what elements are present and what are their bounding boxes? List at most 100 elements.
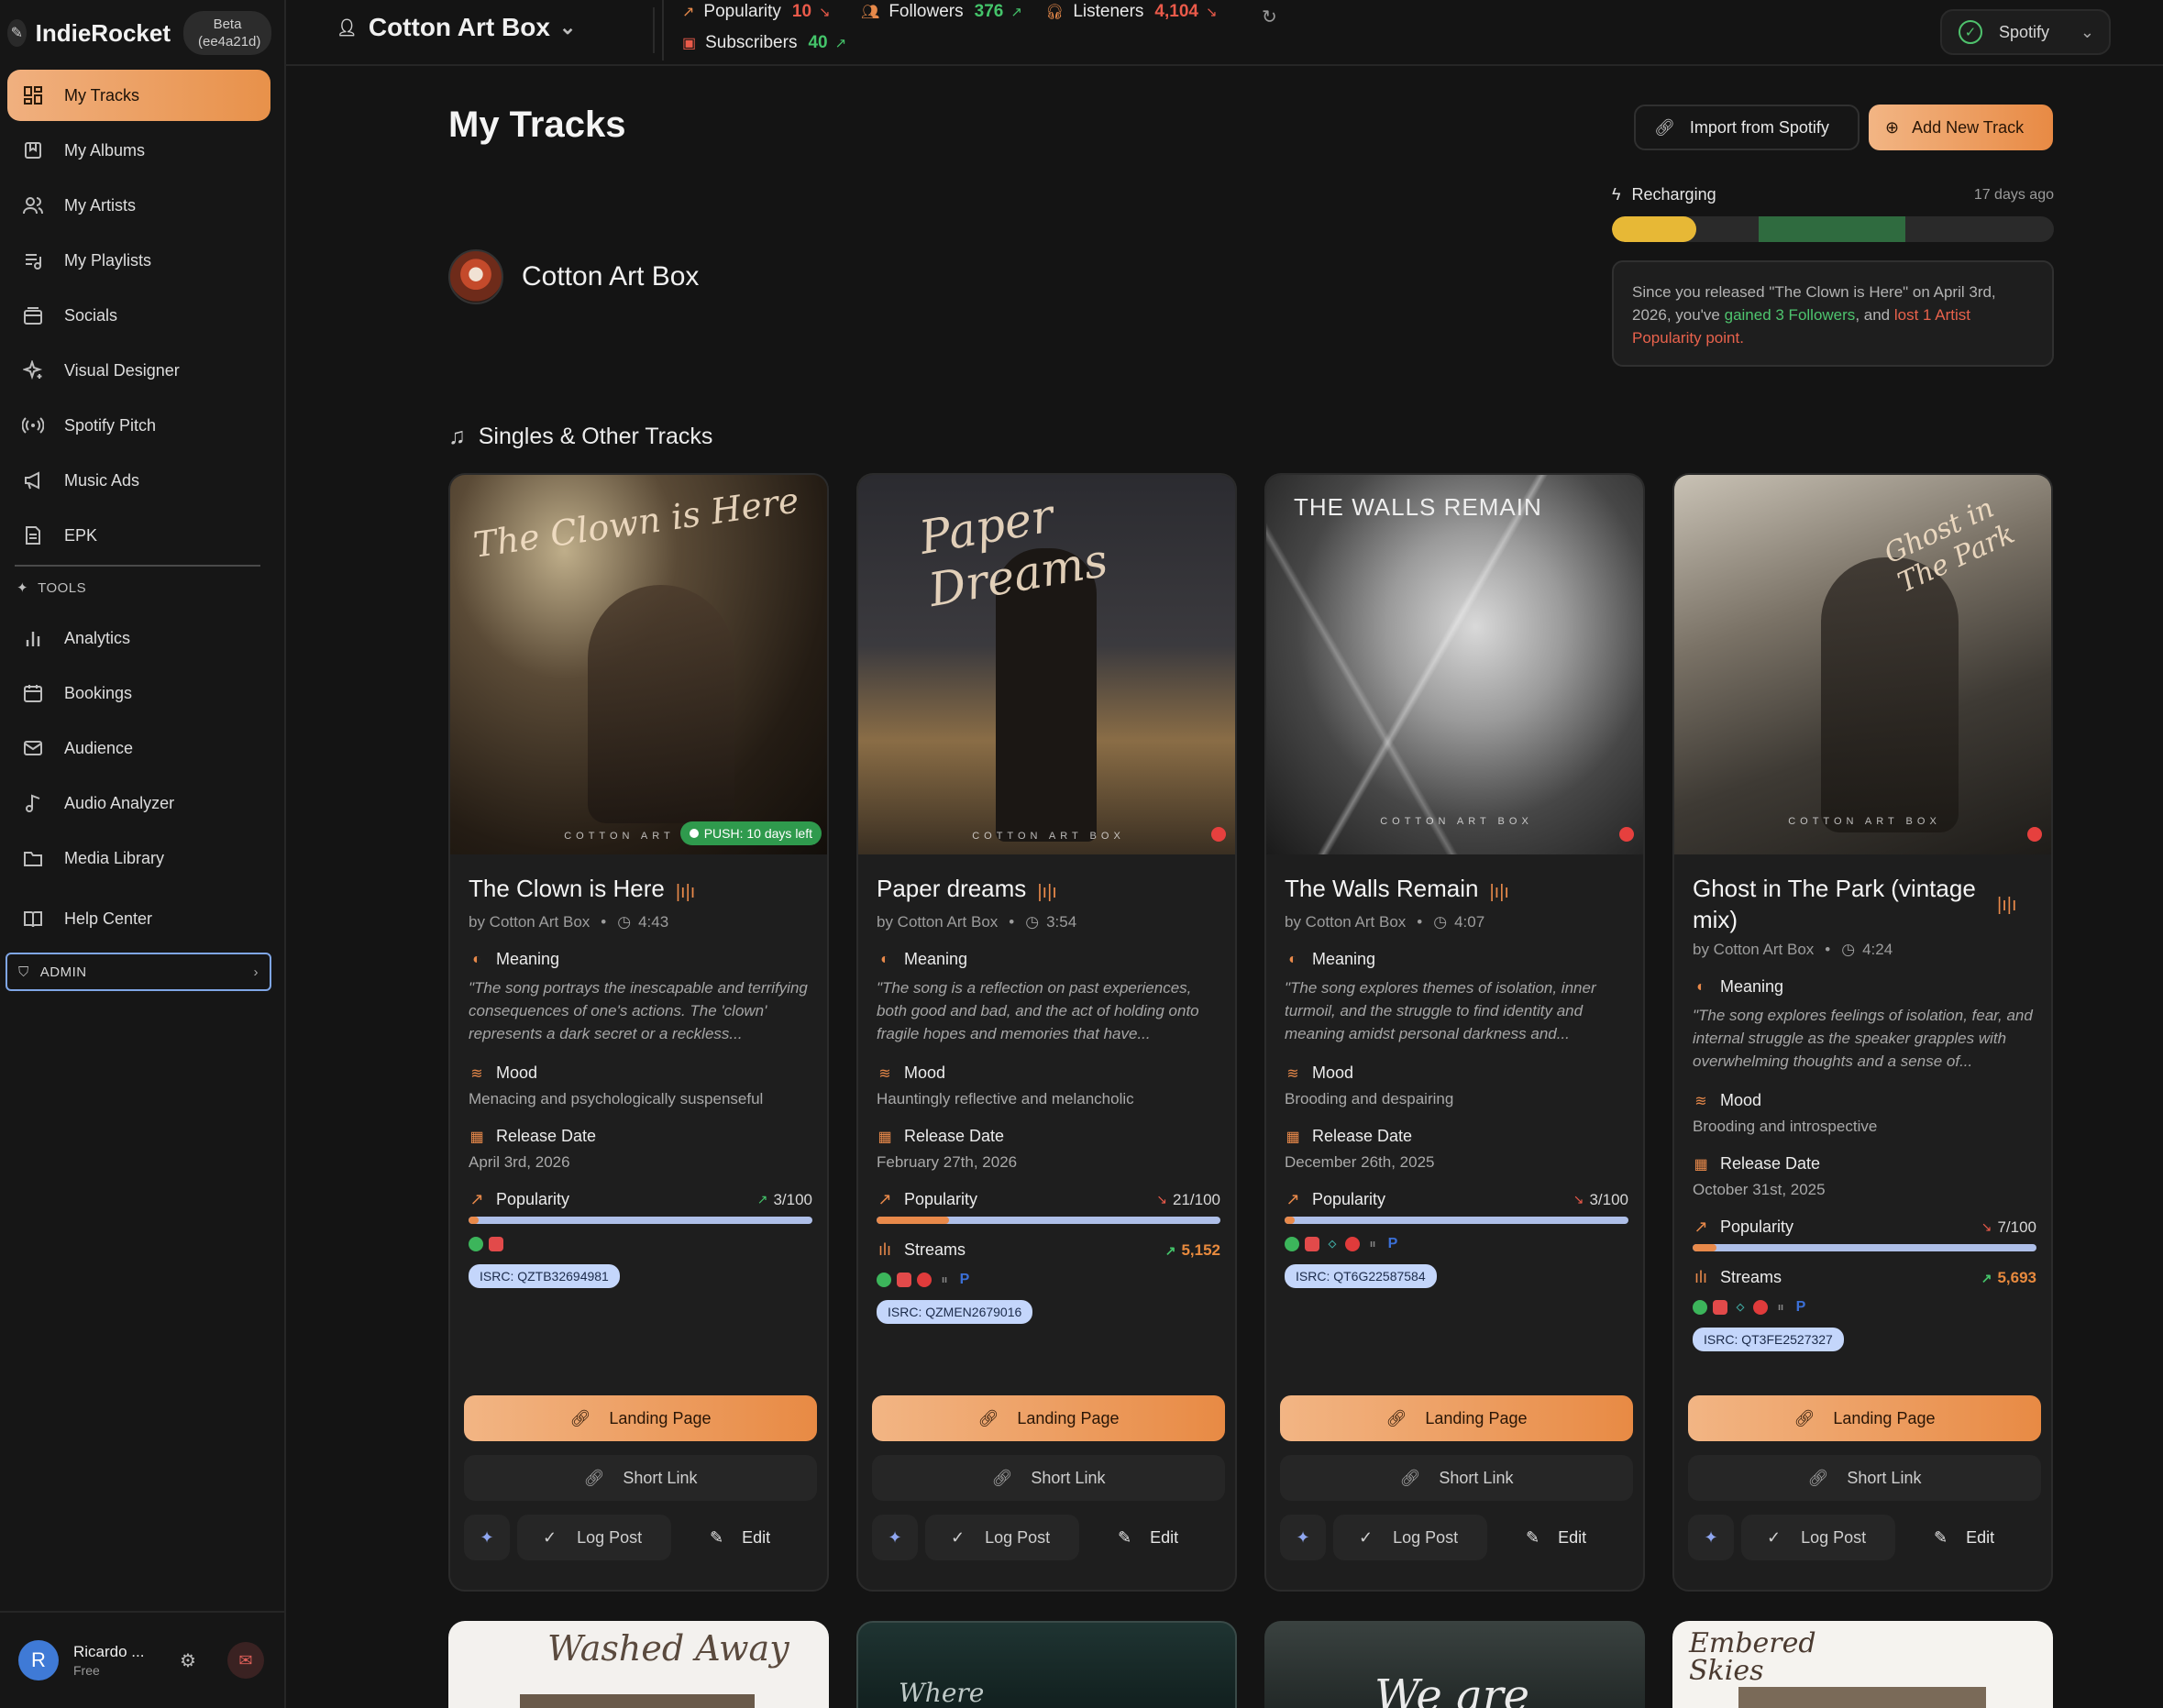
log-post-button[interactable]: ✓ Log Post	[1333, 1515, 1487, 1560]
log-post-button[interactable]: ✓ Log Post	[517, 1515, 671, 1560]
platform-selector[interactable]: ✓ Spotify ⌄	[1940, 9, 2111, 55]
refresh-icon[interactable]: ↻	[1262, 6, 1277, 28]
gear-icon[interactable]: ⚙	[180, 1649, 196, 1672]
heading-text: Release Date	[1720, 1154, 1821, 1173]
track-card[interactable]: Paper Dreams COTTON ART BOX Paper dreams…	[856, 473, 1237, 1592]
track-release-date: October 31st, 2025	[1693, 1181, 1826, 1198]
artist-selector[interactable]: 👤︎ Cotton Art Box ⌄	[337, 13, 576, 42]
add-new-track-button[interactable]: ⊕ Add New Track	[1869, 105, 2053, 150]
track-details: Paper dreams |ı|ı by Cotton Art Box • ◷ 3:54…	[877, 873, 1220, 1324]
short-link-button[interactable]: 🔗︎ Short Link	[1280, 1455, 1633, 1501]
link-icon: 🔗︎	[991, 1468, 1013, 1487]
track-mood: Hauntingly reflective and melancholic	[877, 1090, 1134, 1107]
landing-page-button[interactable]: 🔗︎ Landing Page	[872, 1395, 1225, 1441]
edit-button[interactable]: ✎ Edit	[682, 1515, 770, 1560]
music-note-icon: ♫	[448, 424, 466, 449]
log-post-button[interactable]: ✓ Log Post	[1741, 1515, 1895, 1560]
plus-circle-icon: ⊕	[1885, 117, 1900, 137]
short-link-button[interactable]: 🔗︎ Short Link	[872, 1455, 1225, 1501]
stat-popularity: ↗ Popularity 10 ↘	[682, 2, 831, 22]
heading-text: Streams	[904, 1240, 966, 1259]
edit-button[interactable]: ✎ Edit	[1498, 1515, 1586, 1560]
bar-chart-icon	[20, 625, 46, 651]
sidebar-item-socials[interactable]: Socials	[7, 290, 270, 341]
sidebar-item-epk[interactable]: EPK	[7, 510, 270, 561]
import-from-spotify-button[interactable]: 🔗︎ Import from Spotify	[1634, 105, 1860, 150]
track-card[interactable]: The Clown is Here COTTON ART BOX PUSH: 1…	[448, 473, 829, 1592]
insight-gain: gained 3 Followers	[1724, 306, 1856, 324]
track-title[interactable]: Ghost in The Park (vintage mix) |ı|ı	[1693, 873, 2036, 935]
brand[interactable]: ✎ IndieRocket Beta (ee4a21d)	[7, 9, 271, 57]
track-title[interactable]: The Clown is Here |ı|ı	[469, 873, 812, 908]
track-title[interactable]: Paper dreams |ı|ı	[877, 873, 1220, 908]
track-card[interactable]: THE WALLS REMAIN COTTON ART BOX The Wall…	[1264, 473, 1645, 1592]
edit-button[interactable]: ✎ Edit	[1090, 1515, 1178, 1560]
spotify-icon	[469, 1237, 483, 1251]
album-icon	[20, 138, 46, 163]
sparkle-icon	[20, 358, 46, 383]
stat-value: 10	[791, 2, 812, 21]
user-info[interactable]: Ricardo ... Free	[73, 1643, 158, 1678]
insight-text: , and	[1855, 306, 1894, 324]
sidebar-item-my-albums[interactable]: My Albums	[7, 125, 270, 176]
sidebar-item-audience[interactable]: Audience	[7, 722, 270, 774]
sidebar-item-media-library[interactable]: Media Library	[7, 832, 270, 884]
ai-sparkle-button[interactable]: ✦	[872, 1515, 918, 1560]
track-card-next[interactable]: Washed Away	[448, 1621, 829, 1708]
sidebar-item-label: My Tracks	[64, 85, 140, 105]
status-dot	[2027, 827, 2042, 842]
edit-button[interactable]: ✎ Edit	[1906, 1515, 1994, 1560]
landing-page-button[interactable]: 🔗︎ Landing Page	[464, 1395, 817, 1441]
sidebar-item-my-tracks[interactable]: My Tracks	[7, 70, 270, 121]
clock-icon: ◷	[1025, 913, 1040, 931]
track-byline: by Cotton Art Box • ◷ 4:24	[1693, 941, 1893, 958]
popularity-value: 3/100	[773, 1190, 812, 1208]
sidebar-item-bookings[interactable]: Bookings	[7, 667, 270, 719]
ai-sparkle-button[interactable]: ✦	[1280, 1515, 1326, 1560]
sidebar-item-spotify-pitch[interactable]: Spotify Pitch	[7, 400, 270, 451]
track-cover[interactable]: THE WALLS REMAIN COTTON ART BOX	[1266, 475, 1643, 854]
check-icon: ✓	[543, 1527, 557, 1547]
popularity-fill	[1285, 1217, 1296, 1224]
popularity-bar	[1693, 1244, 2036, 1251]
track-card-next[interactable]: Embered Skies	[1672, 1621, 2053, 1708]
ai-sparkle-button[interactable]: ✦	[464, 1515, 510, 1560]
sidebar-item-visual-designer[interactable]: Visual Designer	[7, 345, 270, 396]
pandora-icon: P	[959, 1272, 970, 1287]
heading-text: Popularity	[1720, 1218, 1794, 1236]
track-cover[interactable]: The Clown is Here COTTON ART BOX PUSH: 1…	[450, 475, 827, 854]
landing-page-button[interactable]: 🔗︎ Landing Page	[1280, 1395, 1633, 1441]
rocket-logo-icon: ✎	[7, 19, 27, 47]
sidebar-item-music-ads[interactable]: Music Ads	[7, 455, 270, 506]
avatar[interactable]: R	[18, 1640, 59, 1680]
track-card[interactable]: Ghost in The Park COTTON ART BOX Ghost i…	[1672, 473, 2053, 1592]
chat-icon[interactable]: ✉	[226, 1642, 264, 1679]
track-card-next[interactable]: We are	[1264, 1621, 1645, 1708]
recharge-segment-target	[1759, 216, 1905, 242]
track-duration: 4:43	[638, 913, 669, 931]
track-cover[interactable]: Paper Dreams COTTON ART BOX	[858, 475, 1235, 854]
track-title[interactable]: The Walls Remain |ı|ı	[1285, 873, 1628, 908]
popularity-value: 3/100	[1589, 1190, 1628, 1208]
short-link-button[interactable]: 🔗︎ Short Link	[464, 1455, 817, 1501]
ai-sparkle-button[interactable]: ✦	[1688, 1515, 1734, 1560]
top-bar: 👤︎ Cotton Art Box ⌄ ↗ Popularity 10 ↘ 👥︎…	[286, 0, 2163, 66]
log-post-button[interactable]: ✓ Log Post	[925, 1515, 1079, 1560]
sidebar-item-analytics[interactable]: Analytics	[7, 612, 270, 664]
admin-button[interactable]: ⛉ ADMIN ›	[6, 953, 271, 991]
pandora-icon: P	[1387, 1236, 1398, 1251]
track-cover[interactable]: Ghost in The Park COTTON ART BOX	[1674, 475, 2051, 854]
landing-page-button[interactable]: 🔗︎ Landing Page	[1688, 1395, 2041, 1441]
stat-subscribers: ▣ Subscribers 40 ↗	[682, 33, 846, 53]
sidebar-item-audio-analyzer[interactable]: Audio Analyzer	[7, 777, 270, 829]
sidebar-item-my-playlists[interactable]: My Playlists	[7, 235, 270, 286]
track-byline: by Cotton Art Box • ◷ 4:43	[469, 913, 669, 931]
sidebar-item-my-artists[interactable]: My Artists	[7, 180, 270, 231]
sidebar-item-help-center[interactable]: Help Center	[7, 893, 270, 944]
button-label: Log Post	[1393, 1527, 1459, 1547]
track-card-next[interactable]: Where	[856, 1621, 1237, 1708]
spotify-icon	[1285, 1237, 1299, 1251]
short-link-button[interactable]: 🔗︎ Short Link	[1688, 1455, 2041, 1501]
shield-icon: ⛉	[18, 964, 29, 980]
waveform-icon: |ı|ı	[1489, 882, 1509, 902]
